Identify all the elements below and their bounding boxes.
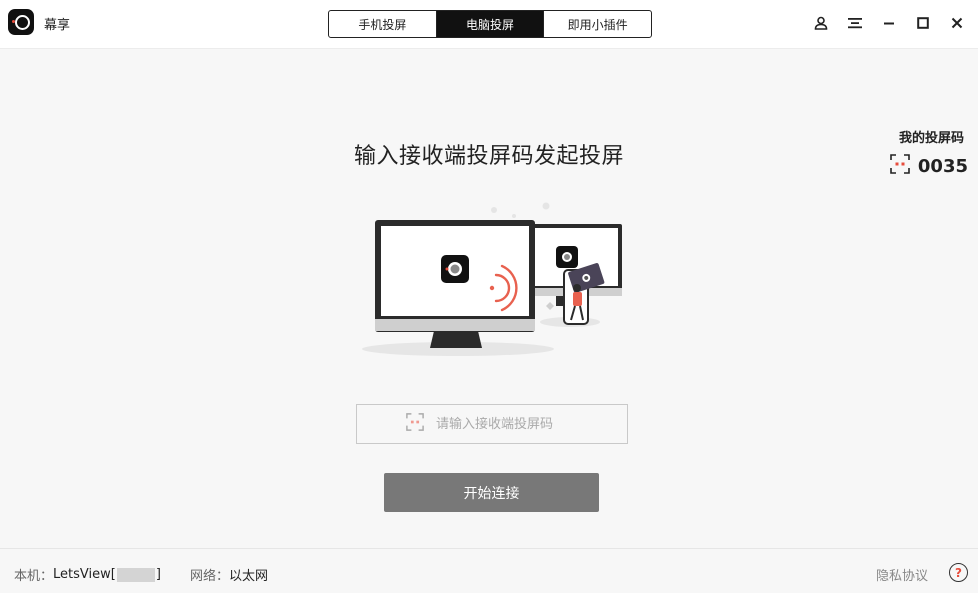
local-device-label: 本机： — [14, 569, 54, 584]
scan-code-icon — [890, 154, 910, 178]
my-code: 0035 — [890, 154, 968, 178]
cast-code-input-box[interactable] — [356, 404, 628, 444]
app-title: 幕享 — [44, 18, 71, 33]
app-logo-icon — [8, 9, 34, 35]
status-bar: 本机： LetsView[ ] 网络：以太网 隐私协议 ? — [0, 548, 978, 593]
network-label: 网络： — [190, 569, 230, 584]
tab-plugins[interactable]: 即用小插件 — [544, 11, 651, 37]
title-bar: 幕享 手机投屏 电脑投屏 即用小插件 — [0, 0, 978, 49]
tab-phone-mirroring[interactable]: 手机投屏 — [329, 11, 437, 37]
maximize-icon[interactable] — [912, 12, 934, 34]
network-value: 以太网 — [229, 569, 269, 584]
local-device-name-suffix: ] — [155, 567, 161, 582]
my-code-value: 0035 — [917, 155, 968, 177]
menu-icon[interactable] — [844, 12, 866, 34]
local-device-info: 本机： LetsView[ ] — [14, 565, 161, 584]
mode-tabs: 手机投屏 电脑投屏 即用小插件 — [328, 10, 652, 38]
tab-pc-mirroring[interactable]: 电脑投屏 — [436, 11, 545, 37]
help-icon[interactable]: ? — [949, 563, 968, 582]
network-info: 网络：以太网 — [190, 565, 268, 584]
privacy-policy-link[interactable]: 隐私协议 — [876, 565, 928, 584]
scan-code-icon — [406, 413, 424, 435]
cast-code-input[interactable] — [434, 415, 578, 433]
window-controls — [810, 12, 968, 34]
masked-device-id — [116, 567, 155, 582]
pc-casting-illustration — [358, 198, 628, 363]
local-device-name-prefix: LetsView[ — [53, 567, 116, 582]
minimize-icon[interactable] — [878, 12, 900, 34]
my-code-label: 我的投屏码 — [898, 131, 964, 146]
user-icon[interactable] — [810, 12, 832, 34]
page-title: 输入接收端投屏码发起投屏 — [353, 144, 624, 169]
start-connect-button[interactable]: 开始连接 — [384, 473, 599, 512]
close-icon[interactable] — [946, 12, 968, 34]
